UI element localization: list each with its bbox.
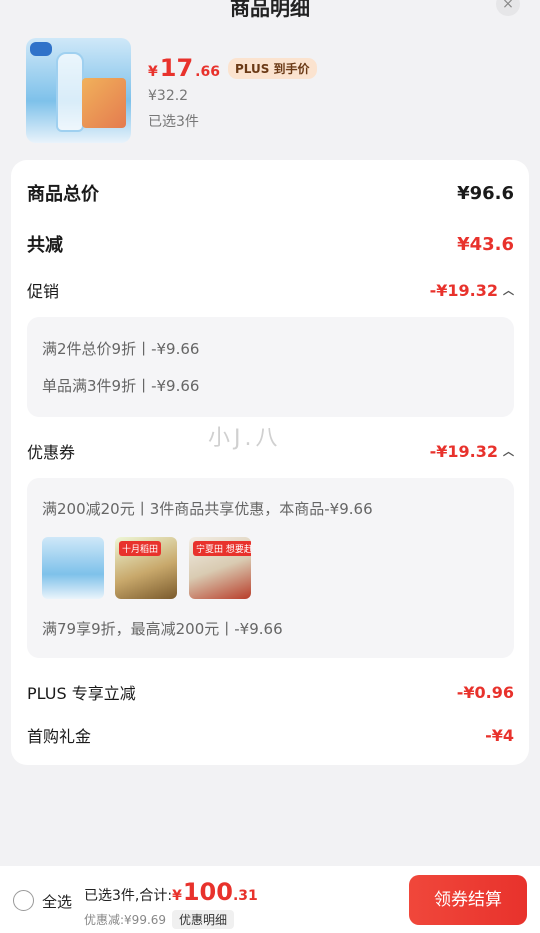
total-price-label: 商品总价 xyxy=(27,184,99,205)
cart-currency: ¥ xyxy=(172,888,182,904)
price-breakdown-card: 商品总价 ¥96.6 共减 ¥43.6 促销 -¥19.32 ︿ 满2件总价9折… xyxy=(11,160,529,765)
total-discount-value: ¥43.6 xyxy=(457,233,514,255)
coupon-amount: -¥19.32 xyxy=(429,441,498,461)
product-box-image xyxy=(82,78,126,128)
chevron-up-icon[interactable]: ︿ xyxy=(503,443,514,459)
product-summary: ¥ 17 .66 PLUS 到手价 ¥32.2 已选3件 xyxy=(26,38,516,144)
watermark: 小J.八 xyxy=(208,426,282,451)
thumb-tag: 十月稻田 xyxy=(119,541,162,556)
first-order-label: 首购礼金 xyxy=(27,727,92,746)
promo-item: 单品满3件9折丨-¥9.66 xyxy=(42,377,200,395)
thumb-tag: 宁夏田 想要赶 xyxy=(193,541,251,556)
coupon-line-2: 满79享9折，最高减200元丨-¥9.66 xyxy=(42,620,283,638)
checkout-bar: 全选 已选3件,合计: ¥ 100 .31 优惠减:¥99.69 优惠明细 领券… xyxy=(0,866,540,933)
water-bottle-image xyxy=(56,52,84,132)
plus-discount-label: PLUS 专享立减 xyxy=(27,684,136,703)
coupon-line-1: 满200减20元丨3件商品共享优惠，本商品-¥9.66 xyxy=(42,500,373,518)
cart-total: 已选3件,合计: ¥ 100 .31 xyxy=(84,878,258,906)
total-discount-row: 共减 ¥43.6 xyxy=(27,231,514,257)
checkout-button[interactable]: 领券结算 xyxy=(409,875,527,925)
plus-discount-value: -¥0.96 xyxy=(456,682,514,702)
coupon-product-thumb[interactable]: 宁夏田 想要赶 xyxy=(189,537,251,599)
selected-count: 已选3件 xyxy=(148,114,199,130)
coupon-details: 满200减20元丨3件商品共享优惠，本商品-¥9.66 十月稻田 宁夏田 想要赶… xyxy=(27,478,514,658)
select-all-label[interactable]: 全选 xyxy=(42,891,72,912)
price-integer: 17 xyxy=(159,54,194,82)
product-thumbnail xyxy=(26,38,131,143)
total-price-row: 商品总价 ¥96.6 xyxy=(27,180,514,206)
coupon-product-thumb[interactable] xyxy=(42,537,104,599)
promo-label: 促销 xyxy=(27,282,60,301)
cart-total-integer: 100 xyxy=(182,878,233,906)
promo-row[interactable]: 促销 -¥19.32 ︿ xyxy=(27,278,514,302)
original-price: ¥32.2 xyxy=(148,88,189,104)
coupon-label: 优惠券 xyxy=(27,443,76,462)
first-order-value: -¥4 xyxy=(485,725,514,745)
price-decimal: .66 xyxy=(195,64,220,80)
cart-summary-text: 已选3件,合计: xyxy=(84,888,173,904)
coupon-value: -¥19.32 ︿ xyxy=(430,442,514,461)
promo-details: 满2件总价9折丨-¥9.66 单品满3件9折丨-¥9.66 xyxy=(27,317,514,417)
cart-discount-text: 优惠减:¥99.69 xyxy=(84,913,167,927)
first-order-row: 首购礼金 -¥4 xyxy=(27,723,514,747)
plus-price-badge: PLUS 到手价 xyxy=(227,58,317,79)
discount-detail-button[interactable]: 优惠明细 xyxy=(172,910,235,929)
chevron-up-icon[interactable]: ︿ xyxy=(503,282,514,298)
currency-symbol: ¥ xyxy=(148,64,158,80)
coupon-product-thumb[interactable]: 十月稻田 xyxy=(115,537,177,599)
select-all-checkbox[interactable] xyxy=(13,890,34,911)
promo-value: -¥19.32 ︿ xyxy=(430,281,514,300)
promo-item: 满2件总价9折丨-¥9.66 xyxy=(42,340,200,358)
total-discount-label: 共减 xyxy=(27,235,63,256)
brand-logo xyxy=(30,42,52,56)
sheet-header: 商品明细 × xyxy=(0,0,540,30)
product-price: ¥ 17 .66 PLUS 到手价 xyxy=(148,54,317,82)
cart-discount: 优惠减:¥99.69 优惠明细 xyxy=(84,910,235,929)
total-price-value: ¥96.6 xyxy=(457,182,514,204)
promo-amount: -¥19.32 xyxy=(429,280,498,300)
cart-total-decimal: .31 xyxy=(232,888,258,904)
page-title: 商品明细 xyxy=(230,0,310,20)
plus-discount-row: PLUS 专享立减 -¥0.96 xyxy=(27,680,514,704)
